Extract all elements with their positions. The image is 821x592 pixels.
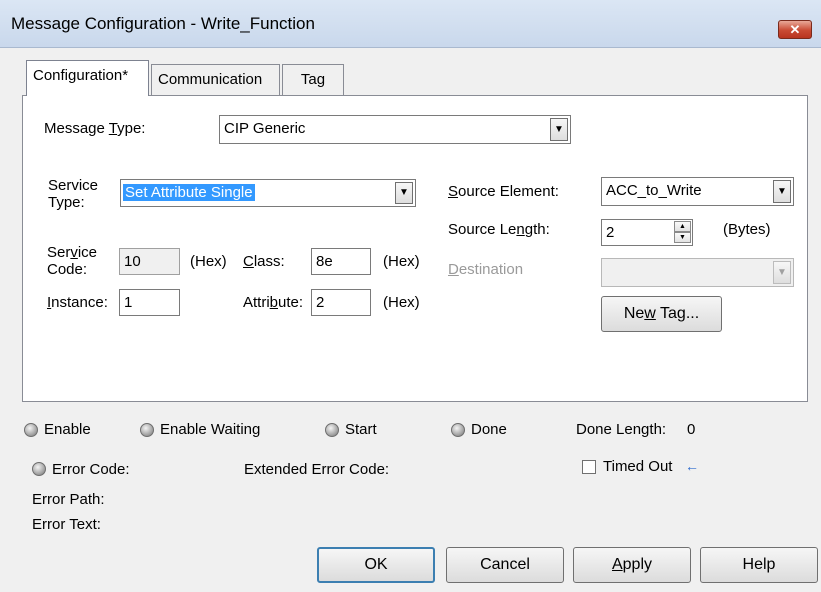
start-label: Start xyxy=(345,421,377,438)
message-type-select[interactable]: CIP Generic ▼ xyxy=(219,115,571,144)
attribute-label: Attribute: xyxy=(243,294,304,311)
tab-communication-label: Communication xyxy=(158,71,263,88)
source-element-label: Source Element: xyxy=(448,183,559,200)
done-length-label: Done Length: xyxy=(576,421,667,438)
class-value: 8e xyxy=(316,253,333,270)
enable-waiting-label: Enable Waiting xyxy=(160,421,261,438)
error-code-status-icon xyxy=(32,462,46,476)
chevron-down-icon[interactable]: ▼ xyxy=(550,118,568,141)
done-length-value: 0 xyxy=(687,421,696,438)
chevron-down-icon[interactable]: ▼ xyxy=(395,182,413,204)
attribute-unit: (Hex) xyxy=(383,294,420,311)
message-type-label: Message Type: xyxy=(44,120,146,137)
ok-button[interactable]: OK xyxy=(317,547,435,583)
class-label: Class: xyxy=(243,253,285,270)
enable-status-icon xyxy=(24,423,38,437)
chevron-down-icon[interactable]: ▼ xyxy=(773,180,791,203)
error-text-label: Error Text: xyxy=(32,516,101,533)
service-code-unit: (Hex) xyxy=(190,253,227,270)
tab-communication[interactable]: Communication xyxy=(151,64,280,95)
attribute-field[interactable]: 2 xyxy=(311,289,371,316)
timed-out-checkbox[interactable] xyxy=(582,460,596,474)
service-type-value: Set Attribute Single xyxy=(123,184,255,201)
source-length-label: Source Length: xyxy=(448,221,550,238)
service-type-label: Service Type: xyxy=(48,177,99,211)
class-field[interactable]: 8e xyxy=(311,248,371,275)
help-button[interactable]: Help xyxy=(700,547,818,583)
destination-label: Destination xyxy=(448,261,524,278)
source-length-value: 2 xyxy=(606,224,615,241)
done-status-icon xyxy=(451,423,465,437)
tab-configuration-label: Configuration* xyxy=(33,67,129,84)
attribute-value: 2 xyxy=(316,294,325,311)
spin-up-icon[interactable]: ▲ xyxy=(674,221,691,232)
error-code-label: Error Code: xyxy=(52,461,130,478)
start-status-icon xyxy=(325,423,339,437)
close-button[interactable]: ✕ xyxy=(778,20,812,39)
new-tag-button[interactable]: New Tag... xyxy=(601,296,722,332)
timed-out-label: Timed Out xyxy=(603,458,673,475)
spin-down-icon[interactable]: ▼ xyxy=(674,232,691,243)
window-title: Message Configuration - Write_Function xyxy=(11,14,315,33)
source-length-stepper[interactable]: 2 ▲ ▼ xyxy=(601,219,693,246)
close-icon: ✕ xyxy=(789,22,801,37)
tab-tag-label: Tag xyxy=(300,71,326,88)
service-code-value: 10 xyxy=(124,253,141,270)
title-bar: Message Configuration - Write_Function ✕ xyxy=(0,0,821,48)
service-code-field: 10 xyxy=(119,248,180,275)
done-label: Done xyxy=(471,421,507,438)
error-path-label: Error Path: xyxy=(32,491,105,508)
source-element-value: ACC_to_Write xyxy=(606,182,702,199)
chevron-down-icon: ▼ xyxy=(773,261,791,284)
arrow-left-icon: ← xyxy=(685,458,699,474)
extended-error-code-label: Extended Error Code: xyxy=(244,461,390,478)
service-code-label: Service Code: xyxy=(47,244,98,278)
spin-buttons[interactable]: ▲ ▼ xyxy=(674,221,691,243)
service-type-select[interactable]: Set Attribute Single ▼ xyxy=(120,179,416,207)
apply-button[interactable]: Apply xyxy=(573,547,691,583)
cancel-button[interactable]: Cancel xyxy=(446,547,564,583)
source-element-select[interactable]: ACC_to_Write ▼ xyxy=(601,177,794,206)
instance-field[interactable]: 1 xyxy=(119,289,180,316)
class-unit: (Hex) xyxy=(383,253,420,270)
source-length-unit: (Bytes) xyxy=(723,221,771,238)
enable-waiting-status-icon xyxy=(140,423,154,437)
message-type-value: CIP Generic xyxy=(224,120,306,137)
destination-select: ▼ xyxy=(601,258,794,287)
message-configuration-dialog: Message Configuration - Write_Function ✕… xyxy=(0,0,821,592)
tab-configuration[interactable]: Configuration* xyxy=(26,60,149,96)
instance-value: 1 xyxy=(124,294,133,311)
instance-label: Instance: xyxy=(47,294,108,311)
enable-label: Enable xyxy=(44,421,91,438)
tab-tag[interactable]: Tag xyxy=(282,64,344,95)
